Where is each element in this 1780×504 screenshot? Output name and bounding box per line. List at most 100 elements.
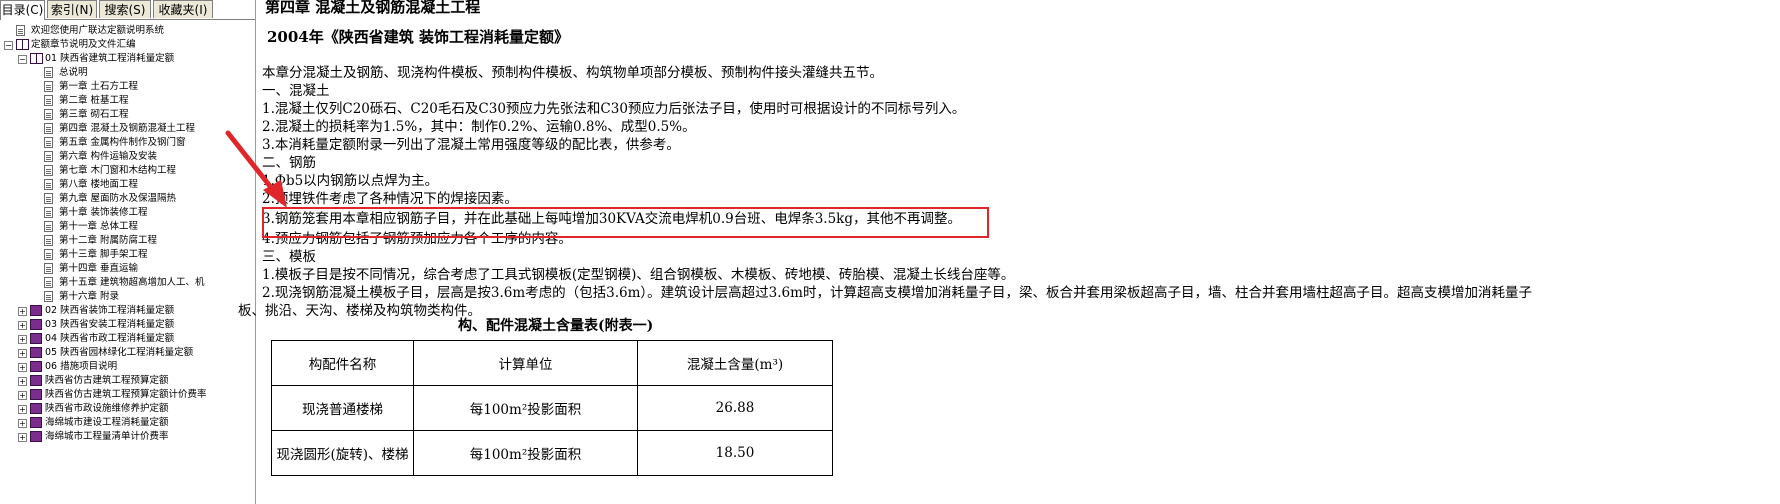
expand-icon[interactable]: + xyxy=(18,433,27,442)
page-icon xyxy=(44,165,53,176)
tree-item[interactable]: 第十四章 垂直运输 xyxy=(0,262,255,276)
tree-item[interactable]: 第十三章 脚手架工程 xyxy=(0,248,255,262)
book-icon xyxy=(30,417,42,428)
page-icon xyxy=(44,193,53,204)
expand-icon[interactable]: + xyxy=(18,377,27,386)
tree-item[interactable]: 第十六章 附录 xyxy=(0,290,255,304)
table-row: 现浇圆形(旋转)、楼梯 每100m²投影面积 18.50 xyxy=(271,430,833,476)
tree-item-label: 第九章 屋面防水及保温隔热 xyxy=(59,193,177,204)
tree-item[interactable]: 第十二章 附属防腐工程 xyxy=(0,234,255,248)
tree-item-label: 第十五章 建筑物超高增加人工、机 xyxy=(59,277,205,288)
concrete-content-table: 构配件名称 计算单位 混凝土含量(m³) 现浇普通楼梯 每100m²投影面积 2… xyxy=(271,340,833,476)
tree-item[interactable]: 第四章 混凝土及钢筋混凝土工程 xyxy=(0,122,255,136)
collapse-icon[interactable]: − xyxy=(18,55,27,64)
tree-item-label: 第四章 混凝土及钢筋混凝土工程 xyxy=(59,123,196,134)
tree-item-label: 03 陕西省安装工程消耗量定额 xyxy=(45,319,175,330)
tree-item[interactable]: 第八章 楼地面工程 xyxy=(0,178,255,192)
page-icon xyxy=(44,137,53,148)
tree-item[interactable]: 第十章 装饰装修工程 xyxy=(0,206,255,220)
concrete-item-1: 1.混凝土仅列C20砾石、C20毛石及C30预应力先张法和C30预应力后张法子目… xyxy=(262,101,966,117)
document-view: 第四章 混凝土及钢筋混凝土工程 2004年《陕西省建筑 装饰工程消耗量定额》 本… xyxy=(238,0,1780,504)
tree-item[interactable]: + 陕西省仿古建筑工程预算定额计价费率 xyxy=(0,388,255,402)
expand-icon[interactable]: + xyxy=(18,363,27,372)
tree-item-label: 第六章 构件运输及安装 xyxy=(59,151,158,162)
tree-item-label: 第一章 土石方工程 xyxy=(59,81,139,92)
book-icon xyxy=(30,53,43,64)
tree-item[interactable]: +04 陕西省市政工程消耗量定额 xyxy=(0,332,255,346)
expand-icon[interactable]: + xyxy=(18,307,27,316)
page-icon xyxy=(44,123,53,134)
tree-item[interactable]: 第三章 砌石工程 xyxy=(0,108,255,122)
tree-item[interactable]: 第九章 屋面防水及保温隔热 xyxy=(0,192,255,206)
highlight-box xyxy=(262,207,989,238)
tree-item-label: 04 陕西省市政工程消耗量定额 xyxy=(45,333,175,344)
page-icon xyxy=(44,151,53,162)
table-header-row: 构配件名称 计算单位 混凝土含量(m³) xyxy=(271,340,833,386)
tree-item-label: 第十六章 附录 xyxy=(59,291,120,302)
tree-item-label: 06 措施项目说明 xyxy=(45,361,118,372)
rebar-item-1: 1.Φb5以内钢筋以点焊为主。 xyxy=(262,173,439,189)
tree-item-label: 第十四章 垂直运输 xyxy=(59,263,139,274)
tree-item[interactable]: 第十五章 建筑物超高增加人工、机 xyxy=(0,276,255,290)
expand-icon[interactable]: + xyxy=(18,405,27,414)
formwork-item-2-continued: 板、挑沿、天沟、楼梯及构筑物类构件。 xyxy=(238,303,481,319)
tree-item-label: 陕西省市政设施维修养护定额 xyxy=(45,403,169,414)
table-cell: 26.88 xyxy=(637,385,833,431)
table-header-cell: 混凝土含量(m³) xyxy=(637,340,833,386)
page-icon xyxy=(44,277,53,288)
tree-item[interactable]: 总说明 xyxy=(0,66,255,80)
tree-item[interactable]: 第七章 木门窗和木结构工程 xyxy=(0,164,255,178)
tab-favorites[interactable]: 收藏夹(I) xyxy=(153,0,213,18)
tree-item-label: 欢迎您使用广联达定额说明系统 xyxy=(31,25,165,36)
formwork-item-1: 1.模板子目是按不同情况，综合考虑了工具式钢模板(定型钢模)、组合钢模板、木模板… xyxy=(262,267,1015,283)
tree-item[interactable]: + 海绵城市建设工程消耗量定额 xyxy=(0,416,255,430)
tree-item[interactable]: 欢迎您使用广联达定额说明系统 xyxy=(0,24,255,38)
tree-item[interactable]: 第一章 土石方工程 xyxy=(0,80,255,94)
formwork-item-2: 2.现浇钢筋混凝土模板子目，层高是按3.6m考虑的（包括3.6m）。建筑设计层高… xyxy=(262,285,1532,301)
tree-item-label: 第八章 楼地面工程 xyxy=(59,179,139,190)
tab-search[interactable]: 搜索(S) xyxy=(99,0,151,18)
page-icon xyxy=(44,179,53,190)
tree-item-label: 第七章 木门窗和木结构工程 xyxy=(59,165,177,176)
tree-item-label: 总说明 xyxy=(59,67,88,78)
tree-item[interactable]: − 01 陕西省建筑工程消耗量定额 xyxy=(0,52,255,66)
tree-item[interactable]: 第二章 桩基工程 xyxy=(0,94,255,108)
nav-tabs: 目录(C) 索引(N) 搜索(S) 收藏夹(I) xyxy=(0,0,255,20)
tree-item[interactable]: +03 陕西省安装工程消耗量定额 xyxy=(0,318,255,332)
expand-icon[interactable]: + xyxy=(18,349,27,358)
tree-item[interactable]: − 定额章节说明及文件汇编 xyxy=(0,38,255,52)
book-icon xyxy=(30,319,42,330)
tree-item[interactable]: + 陕西省仿古建筑工程预算定额 xyxy=(0,374,255,388)
table-cell: 18.50 xyxy=(637,430,833,476)
expand-icon[interactable]: + xyxy=(18,419,27,428)
tree-item-label: 第三章 砌石工程 xyxy=(59,109,129,120)
tree-item[interactable]: + 陕西省市政设施维修养护定额 xyxy=(0,402,255,416)
expand-icon[interactable]: + xyxy=(18,391,27,400)
page-icon xyxy=(44,95,53,106)
tree-item[interactable]: 第五章 金属构件制作及钢门窗 xyxy=(0,136,255,150)
tab-contents[interactable]: 目录(C) xyxy=(0,0,45,20)
page-icon xyxy=(44,235,53,246)
tree-item[interactable]: 第六章 构件运输及安装 xyxy=(0,150,255,164)
tree-item[interactable]: +02 陕西省装饰工程消耗量定额 xyxy=(0,304,255,318)
collapse-icon[interactable]: − xyxy=(4,41,13,50)
chapter-title: 第四章 混凝土及钢筋混凝土工程 xyxy=(265,0,481,16)
tab-index[interactable]: 索引(N) xyxy=(47,0,97,18)
table-header-cell: 计算单位 xyxy=(413,340,638,386)
tree-item-label: 陕西省仿古建筑工程预算定额 xyxy=(45,375,169,386)
tree-item[interactable]: +05 陕西省园林绿化工程消耗量定额 xyxy=(0,346,255,360)
page-icon xyxy=(44,67,53,78)
expand-icon[interactable]: + xyxy=(18,335,27,344)
tree-item-label: 第二章 桩基工程 xyxy=(59,95,129,106)
tree-item[interactable]: +06 措施项目说明 xyxy=(0,360,255,374)
tree-item-label: 海绵城市工程量清单计价费率 xyxy=(45,431,169,442)
concrete-item-2: 2.混凝土的损耗率为1.5%，其中：制作0.2%、运输0.8%、成型0.5%。 xyxy=(262,119,696,135)
tree-item-label: 第十二章 附属防腐工程 xyxy=(59,235,158,246)
expand-icon[interactable]: + xyxy=(18,321,27,330)
section-heading-concrete: 一、混凝土 xyxy=(262,83,330,99)
tree-item-label: 第十一章 总体工程 xyxy=(59,221,139,232)
table-cell: 每100m²投影面积 xyxy=(413,430,638,476)
tree-item[interactable]: + 海绵城市工程量清单计价费率 xyxy=(0,430,255,444)
tree-item-label: 第十三章 脚手架工程 xyxy=(59,249,148,260)
tree-item[interactable]: 第十一章 总体工程 xyxy=(0,220,255,234)
